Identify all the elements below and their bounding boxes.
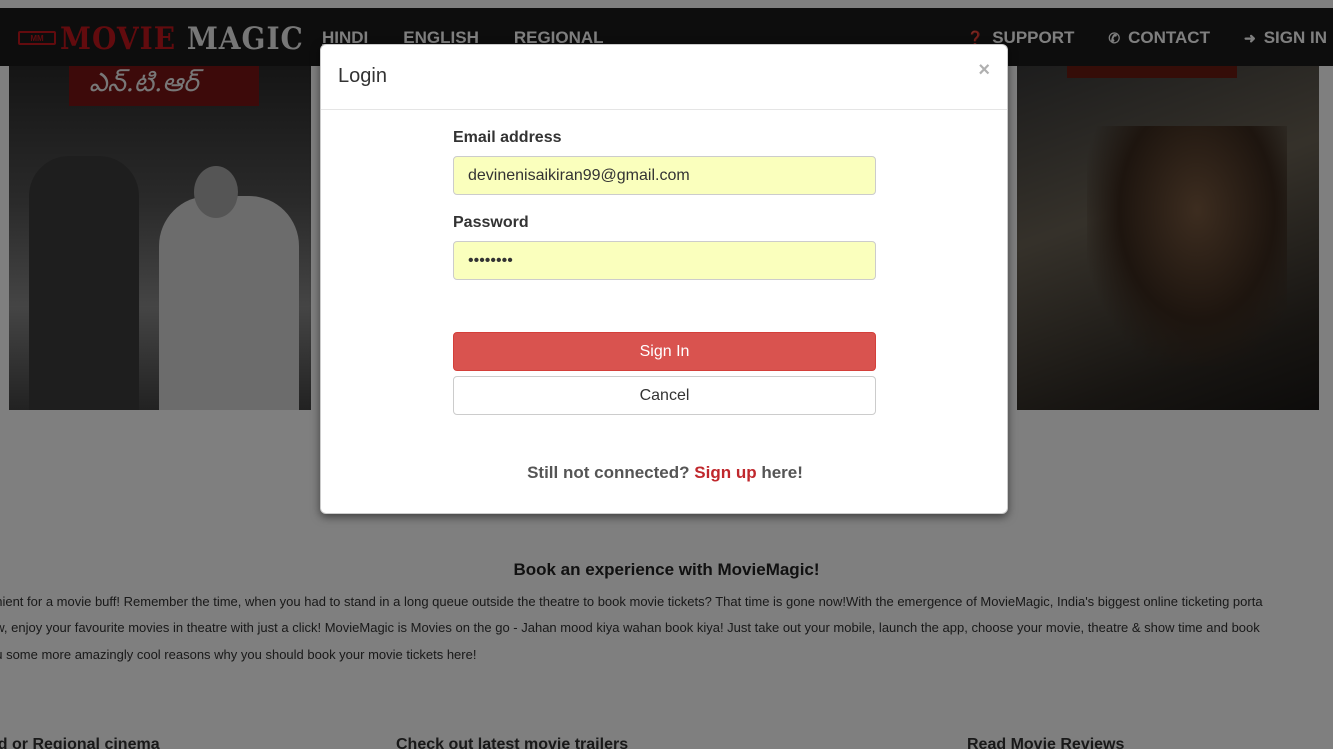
- password-label: Password: [453, 214, 529, 231]
- signup-prompt: Still not connected? Sign up here!: [321, 463, 1009, 483]
- signup-link[interactable]: Sign up: [694, 463, 756, 482]
- cancel-button[interactable]: Cancel: [453, 376, 876, 415]
- modal-title: Login: [338, 65, 387, 87]
- signup-prompt-suffix: here!: [761, 463, 803, 482]
- email-field[interactable]: devinenisaikiran99@gmail.com: [453, 156, 876, 195]
- email-label: Email address: [453, 129, 562, 146]
- signup-prompt-prefix: Still not connected?: [527, 463, 690, 482]
- modal-header: Login ×: [321, 45, 1007, 110]
- sign-in-button[interactable]: Sign In: [453, 332, 876, 371]
- login-modal: Login × Email address devinenisaikiran99…: [320, 44, 1008, 514]
- close-icon[interactable]: ×: [978, 59, 990, 82]
- password-field[interactable]: ••••••••: [453, 241, 876, 280]
